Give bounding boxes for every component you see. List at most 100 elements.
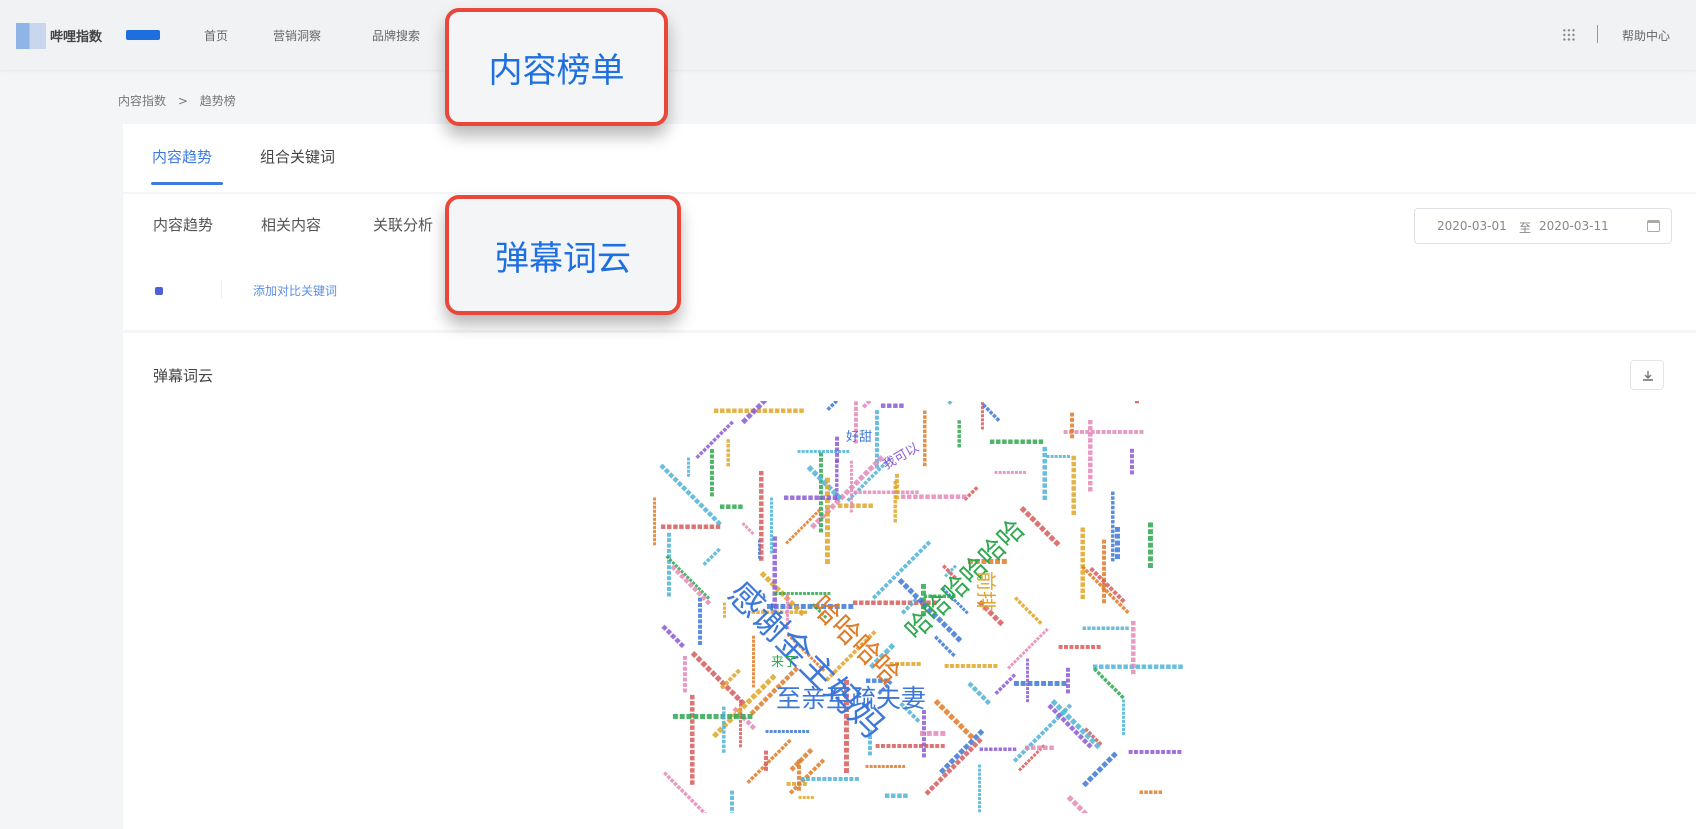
cloud-filler-mark: ▪▪▪▪▪▪▪▪▪▪▪▪▪	[822, 476, 833, 565]
top-nav: 哔哩指数 首页 营销洞察 品牌搜索 帮助中心	[0, 0, 1696, 70]
cloud-filler-mark: ▪▪▪▪▪▪▪▪▪	[783, 493, 838, 503]
cloud-filler-mark: ▪▪▪▪▪	[833, 436, 842, 464]
breadcrumb-item: 趋势榜	[199, 94, 236, 108]
cloud-word: 至亲至疏夫妻	[776, 684, 927, 713]
sub-tabs-panel: 内容趋势 相关内容 关联分析 2020-03-01 至 2020-03-11 添…	[123, 194, 1696, 330]
cloud-filler-mark: ▪▪▪▪▪▪▪▪▪▪▪▪▪	[848, 460, 855, 513]
cloud-filler-mark: ▪▪▪▪▪▪▪▪▪▪	[720, 706, 728, 754]
cloud-filler-mark: ▪▪▪▪▪▪	[1063, 792, 1101, 813]
cloud-filler-mark: ▪▪▪▪	[719, 502, 744, 512]
cloud-filler-mark: ▪▪▪▪▪▪▪▪▪▪▪▪▪▪▪	[687, 694, 697, 786]
danmaku-word-cloud: ▪▪▪▪▪ ▪▪▪▪▪▪▪▪▪▪▪▪▪▪▪ ▪▪▪▪▪▪▪▪ ▪▪▪▪▪ ▪▪▪▪▪▪▪…	[651, 401, 1183, 813]
cloud-word: 前排	[974, 571, 998, 611]
cloud-filler-mark: ▪▪▪▪▪▪▪▪▪▪	[1082, 624, 1130, 632]
cloud-filler-mark: ▪▪▪▪▪	[1068, 412, 1077, 440]
cloud-filler-mark: ▪▪▪▪	[919, 728, 947, 739]
cloud-filler-mark: ▪▪▪▪▪▪	[795, 759, 804, 792]
cloud-filler-mark: ▪▪▪▪▪▪	[955, 419, 963, 448]
cloud-filler-mark: ▪▪▪▪▪▪▪▪	[994, 469, 1027, 476]
date-start: 2020-03-01	[1437, 219, 1507, 233]
cloud-filler-mark: ▪▪▪▪	[798, 794, 815, 801]
cloud-filler-mark: ▪▪▪▪▪▪▪▪▪▪▪	[1024, 658, 1031, 703]
breadcrumb-separator: >	[177, 94, 188, 108]
cloud-filler-mark: ▪▪▪▪▪▪▪▪▪▪▪	[765, 728, 810, 735]
nav-divider	[1597, 25, 1598, 43]
cloud-filler-mark: ▪▪▪▪▪▪▪▪▪	[707, 448, 716, 497]
callout-content-ranking: 内容榜单	[445, 8, 668, 126]
cloud-filler-mark: ▪▪▪▪▪▪▪	[680, 655, 689, 693]
tab-content-trend[interactable]: 内容趋势	[152, 146, 212, 167]
cloud-filler-mark: ▪▪▪▪▪▪▪▪▪	[989, 437, 1044, 447]
cloud-filler-mark: ▪▪▪▪▪▪▪▪▪▪▪▪	[672, 711, 754, 722]
cloud-filler-mark: ▪▪▪▪▪▪▪▪	[945, 401, 977, 407]
cloud-filler-mark: ▪▪▪▪	[762, 750, 771, 772]
cloud-filler-mark: ▪▪▪▪▪▪▪▪▪▪▪▪▪	[750, 635, 757, 688]
cloud-filler-mark: ▪▪▪▪▪▪▪▪▪▪▪▪▪▪▪	[1109, 491, 1117, 563]
subtab-content-trend[interactable]: 内容趋势	[153, 214, 213, 235]
active-tab-indicator	[151, 182, 223, 185]
cloud-filler-mark: ▪▪▪▪▪▪▪	[1079, 748, 1121, 791]
date-separator: 至	[1519, 221, 1532, 235]
date-end: 2020-03-11	[1539, 219, 1609, 233]
cloud-filler-mark: ▪▪▪▪▪	[824, 401, 847, 413]
cloud-filler-mark: ▪▪▪▪▪▪▪▪▪▪▪▪	[1128, 747, 1183, 756]
help-center-link[interactable]: 帮助中心	[1622, 27, 1670, 44]
cloud-filler-mark: ▪▪▪▪▪▪▪▪	[1012, 594, 1045, 627]
download-icon	[1643, 371, 1653, 381]
cloud-filler-mark: ▪▪▪▪	[880, 401, 905, 411]
calendar-icon	[1647, 220, 1660, 232]
cloud-filler-mark: ▪▪▪▪▪▪▪▪▪▪	[1069, 455, 1079, 516]
cloud-filler-mark: ▪▪▪▪▪▪▪▪▪▪▪▪▪	[875, 741, 946, 750]
apps-grid-icon[interactable]	[1562, 28, 1576, 42]
cloud-filler-mark: ▪▪▪▪▪▪▪▪▪▪	[1132, 401, 1141, 404]
subtab-related-content[interactable]: 相关内容	[261, 214, 321, 235]
callout-danmaku-cloud: 弹幕词云	[445, 195, 681, 315]
cloud-filler-mark: ▪▪▪▪▪▪▪▪▪▪	[944, 661, 999, 670]
cloud-filler-mark: ▪▪▪▪▪▪▪▪▪▪▪▪▪	[976, 764, 983, 813]
nav-brand[interactable]: 品牌搜索	[372, 27, 420, 44]
cloud-word: 我可以	[880, 440, 922, 474]
cloud-filler-mark: ▪▪▪▪▪▪▪▪▪▪▪	[800, 774, 860, 783]
cloud-filler-mark: ▪▪▪▪▪	[1139, 788, 1163, 796]
cloud-filler-mark: ▪▪▪▪▪▪▪▪▪▪▪▪▪▪▪	[756, 470, 766, 562]
nav-marketing[interactable]: 营销洞察	[273, 27, 321, 44]
legend-divider	[221, 280, 222, 298]
nav-home[interactable]: 首页	[204, 27, 228, 44]
cloud-word: 来了	[771, 655, 798, 670]
logo-icon[interactable]	[16, 23, 46, 49]
cloud-filler-mark: ▪▪▪▪	[884, 791, 909, 801]
download-button[interactable]	[1630, 360, 1664, 390]
cloud-filler-mark: ▪▪▪▪▪▪▪▪▪▪	[865, 763, 906, 770]
cloud-filler-mark: ▪▪▪▪▪▪▪▪	[1058, 642, 1102, 651]
beta-badge	[126, 30, 160, 40]
subtab-relation-analysis[interactable]: 关联分析	[373, 214, 433, 235]
cloud-filler-mark: ▪▪▪▪▪▪▪▪▪	[1120, 699, 1127, 736]
cloud-filler-mark: ▪▪▪▪▪	[700, 545, 723, 568]
word-cloud-title: 弹幕词云	[153, 367, 214, 385]
cloud-filler-mark: ▪▪▪▪▪▪▪▪▪▪▪▪▪▪	[768, 497, 775, 554]
cloud-word: 哈哈哈哈哈哈	[899, 514, 1032, 646]
cloud-filler-mark: ▪▪▪▪▪▪	[724, 438, 732, 467]
cloud-filler-mark: ▪▪▪▪▪	[1127, 447, 1136, 475]
cloud-filler-mark: ▪▪▪▪▪▪▪▪▪▪▪▪	[728, 790, 737, 813]
cloud-filler-mark: ▪▪▪▪▪	[658, 622, 688, 651]
cloud-filler-mark: ▪▪▪▪▪▪▪▪	[979, 745, 1017, 753]
cloud-filler-mark: ▪▪▪▪▪	[964, 679, 994, 708]
cloud-filler-mark: ▪▪▪▪▪▪▪▪	[1013, 678, 1068, 689]
breadcrumb-item[interactable]: 内容指数	[118, 94, 166, 108]
breadcrumb: 内容指数 > 趋势榜	[118, 92, 244, 109]
cloud-filler-mark: ▪▪▪▪	[739, 520, 757, 537]
cloud-filler-mark: ▪▪▪▪▪▪▪▪▪▪▪	[900, 492, 968, 502]
cloud-filler-mark: ▪▪▪▪▪▪▪▪▪▪▪▪	[651, 497, 658, 546]
main-tabs-panel: 内容趋势 组合关键词	[123, 124, 1696, 192]
cloud-filler-mark: ▪▪▪▪▪	[1024, 743, 1055, 753]
add-compare-keyword-link[interactable]: 添加对比关键词	[253, 282, 337, 299]
cloud-word: 好甜	[846, 430, 873, 445]
keyword-legend-marker	[155, 287, 163, 295]
tab-combo-keywords[interactable]: 组合关键词	[260, 146, 335, 167]
logo-text[interactable]: 哔哩指数	[50, 26, 102, 45]
cloud-filler-mark: ▪▪▪▪▪▪	[1046, 453, 1071, 460]
cloud-filler-mark: ▪▪▪▪▪	[1063, 666, 1072, 694]
cloud-filler-mark: ▪▪▪▪▪▪▪	[1145, 521, 1156, 569]
date-range-picker[interactable]: 2020-03-01 至 2020-03-11	[1414, 208, 1672, 244]
